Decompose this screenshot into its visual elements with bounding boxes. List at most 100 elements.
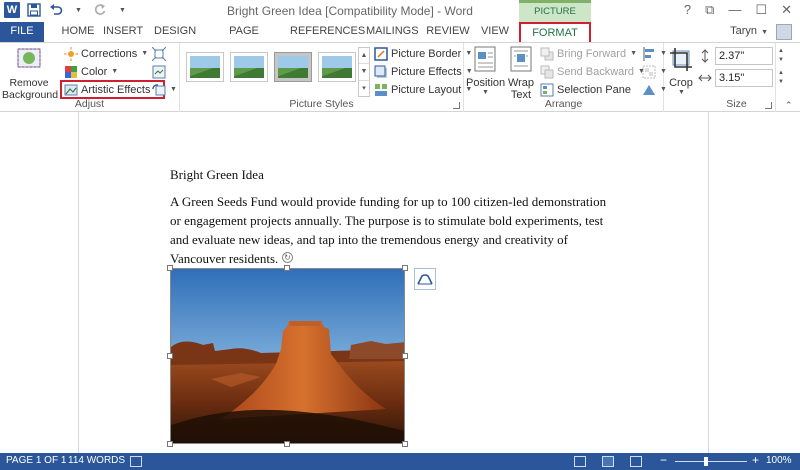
- bring-forward-icon: [540, 47, 554, 61]
- tab-home[interactable]: HOME: [58, 22, 98, 42]
- word-count-status[interactable]: 114 WORDS: [68, 455, 125, 466]
- resize-handle-s[interactable]: [284, 441, 290, 447]
- width-input[interactable]: 3.15": [715, 69, 773, 87]
- artistic-effects-label: Artistic Effects: [81, 83, 151, 96]
- desert-butte-image[interactable]: [170, 268, 405, 444]
- gallery-up-icon[interactable]: ▲: [359, 48, 369, 65]
- height-spinner[interactable]: ▲ ▼: [776, 47, 786, 65]
- page-edge-left: [78, 112, 79, 453]
- resize-handle-w[interactable]: [167, 353, 173, 359]
- gallery-down-icon[interactable]: ▼: [359, 64, 369, 81]
- color-button[interactable]: Color ▼: [64, 63, 118, 80]
- undo-icon[interactable]: [48, 2, 64, 18]
- group-objects-icon: [642, 65, 656, 79]
- picture-style-thumb[interactable]: [186, 52, 224, 82]
- tab-insert[interactable]: INSERT: [103, 22, 143, 42]
- shape-width-field: 3.15" ▲ ▼: [698, 69, 786, 87]
- height-input[interactable]: 2.37": [715, 47, 773, 65]
- layout-options-button[interactable]: [414, 268, 436, 290]
- zoom-in-icon[interactable]: +: [752, 453, 759, 467]
- minimize-button[interactable]: —: [728, 2, 741, 18]
- web-layout-icon[interactable]: [630, 456, 642, 467]
- resize-handle-sw[interactable]: [167, 441, 173, 447]
- width-spinner[interactable]: ▲ ▼: [776, 69, 786, 87]
- picture-border-button[interactable]: Picture Border ▼: [374, 45, 472, 62]
- change-picture-button[interactable]: [152, 63, 166, 80]
- tab-file[interactable]: FILE: [0, 22, 44, 42]
- picture-style-thumb-selected[interactable]: [274, 52, 312, 82]
- help-icon[interactable]: ?: [684, 2, 691, 18]
- crop-button[interactable]: Crop ▼: [666, 46, 696, 96]
- zoom-out-icon[interactable]: −: [660, 453, 667, 467]
- remove-background-button[interactable]: Remove Background: [2, 46, 58, 101]
- print-layout-icon[interactable]: [602, 456, 614, 467]
- restore-button[interactable]: ☐: [755, 2, 767, 18]
- zoom-level[interactable]: 100%: [766, 455, 792, 466]
- picture-styles-launcher-icon[interactable]: [453, 102, 460, 109]
- compress-pictures-button[interactable]: [151, 45, 167, 62]
- tab-page-layout[interactable]: PAGE LAYOUT: [208, 22, 280, 56]
- spin-up-icon[interactable]: ▲: [776, 47, 786, 56]
- bring-forward-button[interactable]: Bring Forward ▼: [540, 45, 637, 62]
- picture-border-icon: [374, 46, 388, 61]
- reset-picture-icon: [152, 83, 166, 97]
- resize-handle-se[interactable]: [402, 441, 408, 447]
- picture-style-thumb[interactable]: [230, 52, 268, 82]
- tab-references[interactable]: REFERENCES: [290, 22, 365, 42]
- redo-icon[interactable]: [92, 2, 108, 18]
- ribbon-display-options-icon[interactable]: ⧉: [705, 2, 714, 18]
- bring-forward-label: Bring Forward: [557, 47, 627, 60]
- tab-review[interactable]: REVIEW: [426, 22, 470, 42]
- size-launcher-icon[interactable]: [765, 102, 772, 109]
- picture-effects-button[interactable]: Picture Effects ▼: [374, 63, 473, 80]
- picture-style-thumb[interactable]: [318, 52, 356, 82]
- selection-pane-button[interactable]: Selection Pane: [540, 81, 631, 98]
- gallery-more-icon[interactable]: ▾: [359, 81, 369, 96]
- undo-dropdown-icon[interactable]: ▼: [70, 2, 86, 18]
- picture-layout-label: Picture Layout: [391, 83, 462, 96]
- position-button[interactable]: Position ▼: [466, 46, 505, 96]
- send-backward-button[interactable]: Send Backward ▼: [540, 63, 645, 80]
- spin-down-icon[interactable]: ▼: [776, 56, 786, 65]
- page-count-status[interactable]: PAGE 1 OF 1: [6, 455, 66, 466]
- resize-handle-nw[interactable]: [167, 265, 173, 271]
- avatar[interactable]: [776, 24, 792, 40]
- wrap-text-button[interactable]: Wrap Text: [504, 46, 538, 101]
- desert-landscape-picture: [171, 269, 404, 443]
- proofing-icon[interactable]: [130, 456, 142, 467]
- artistic-effects-button[interactable]: Artistic Effects▼: [60, 80, 166, 99]
- spin-down-icon[interactable]: ▼: [776, 78, 786, 87]
- user-name[interactable]: Taryn ▼: [730, 25, 768, 37]
- zoom-slider[interactable]: [675, 461, 747, 462]
- rotate-handle-icon[interactable]: ↻: [282, 252, 293, 263]
- resize-handle-e[interactable]: [402, 353, 408, 359]
- styles-gallery-scroll[interactable]: ▲ ▼ ▾: [358, 47, 370, 97]
- close-button[interactable]: ✕: [781, 2, 792, 18]
- read-mode-icon[interactable]: [574, 456, 586, 467]
- style-thumb-image: [278, 56, 308, 79]
- resize-handle-n[interactable]: [284, 265, 290, 271]
- picture-layout-icon: [374, 83, 388, 97]
- tab-view[interactable]: VIEW: [480, 22, 510, 42]
- customize-qat-icon[interactable]: ▼: [114, 2, 130, 18]
- zoom-slider-thumb[interactable]: [704, 457, 708, 466]
- resize-handle-ne[interactable]: [402, 265, 408, 271]
- layout-options-icon: [417, 274, 433, 285]
- tab-format[interactable]: FORMAT: [519, 22, 591, 42]
- document-paragraph[interactable]: A Green Seeds Fund would provide funding…: [170, 192, 610, 268]
- selected-picture[interactable]: ↻: [167, 252, 408, 447]
- reset-picture-button[interactable]: ▼: [152, 81, 177, 98]
- spin-up-icon[interactable]: ▲: [776, 69, 786, 78]
- save-icon[interactable]: [26, 2, 42, 18]
- tab-mailings[interactable]: MAILINGS: [366, 22, 419, 42]
- corrections-button[interactable]: Corrections ▼: [64, 45, 148, 62]
- group-size: Crop ▼ 2.37" ▲ ▼ 3.15" ▲ ▼ Size: [664, 43, 784, 112]
- tab-design[interactable]: DESIGN: [154, 22, 196, 42]
- group-picture-styles: ▲ ▼ ▾ Picture Border ▼ Picture Effects ▼ P…: [180, 43, 473, 112]
- selection-pane-label: Selection Pane: [557, 83, 631, 96]
- picture-layout-button[interactable]: Picture Layout ▼: [374, 81, 472, 98]
- wrap-text-icon: [510, 46, 532, 72]
- word-logo-icon[interactable]: W: [4, 2, 20, 18]
- window-controls: ? ⧉ — ☐ ✕: [684, 2, 792, 18]
- document-heading[interactable]: Bright Green Idea: [170, 167, 264, 183]
